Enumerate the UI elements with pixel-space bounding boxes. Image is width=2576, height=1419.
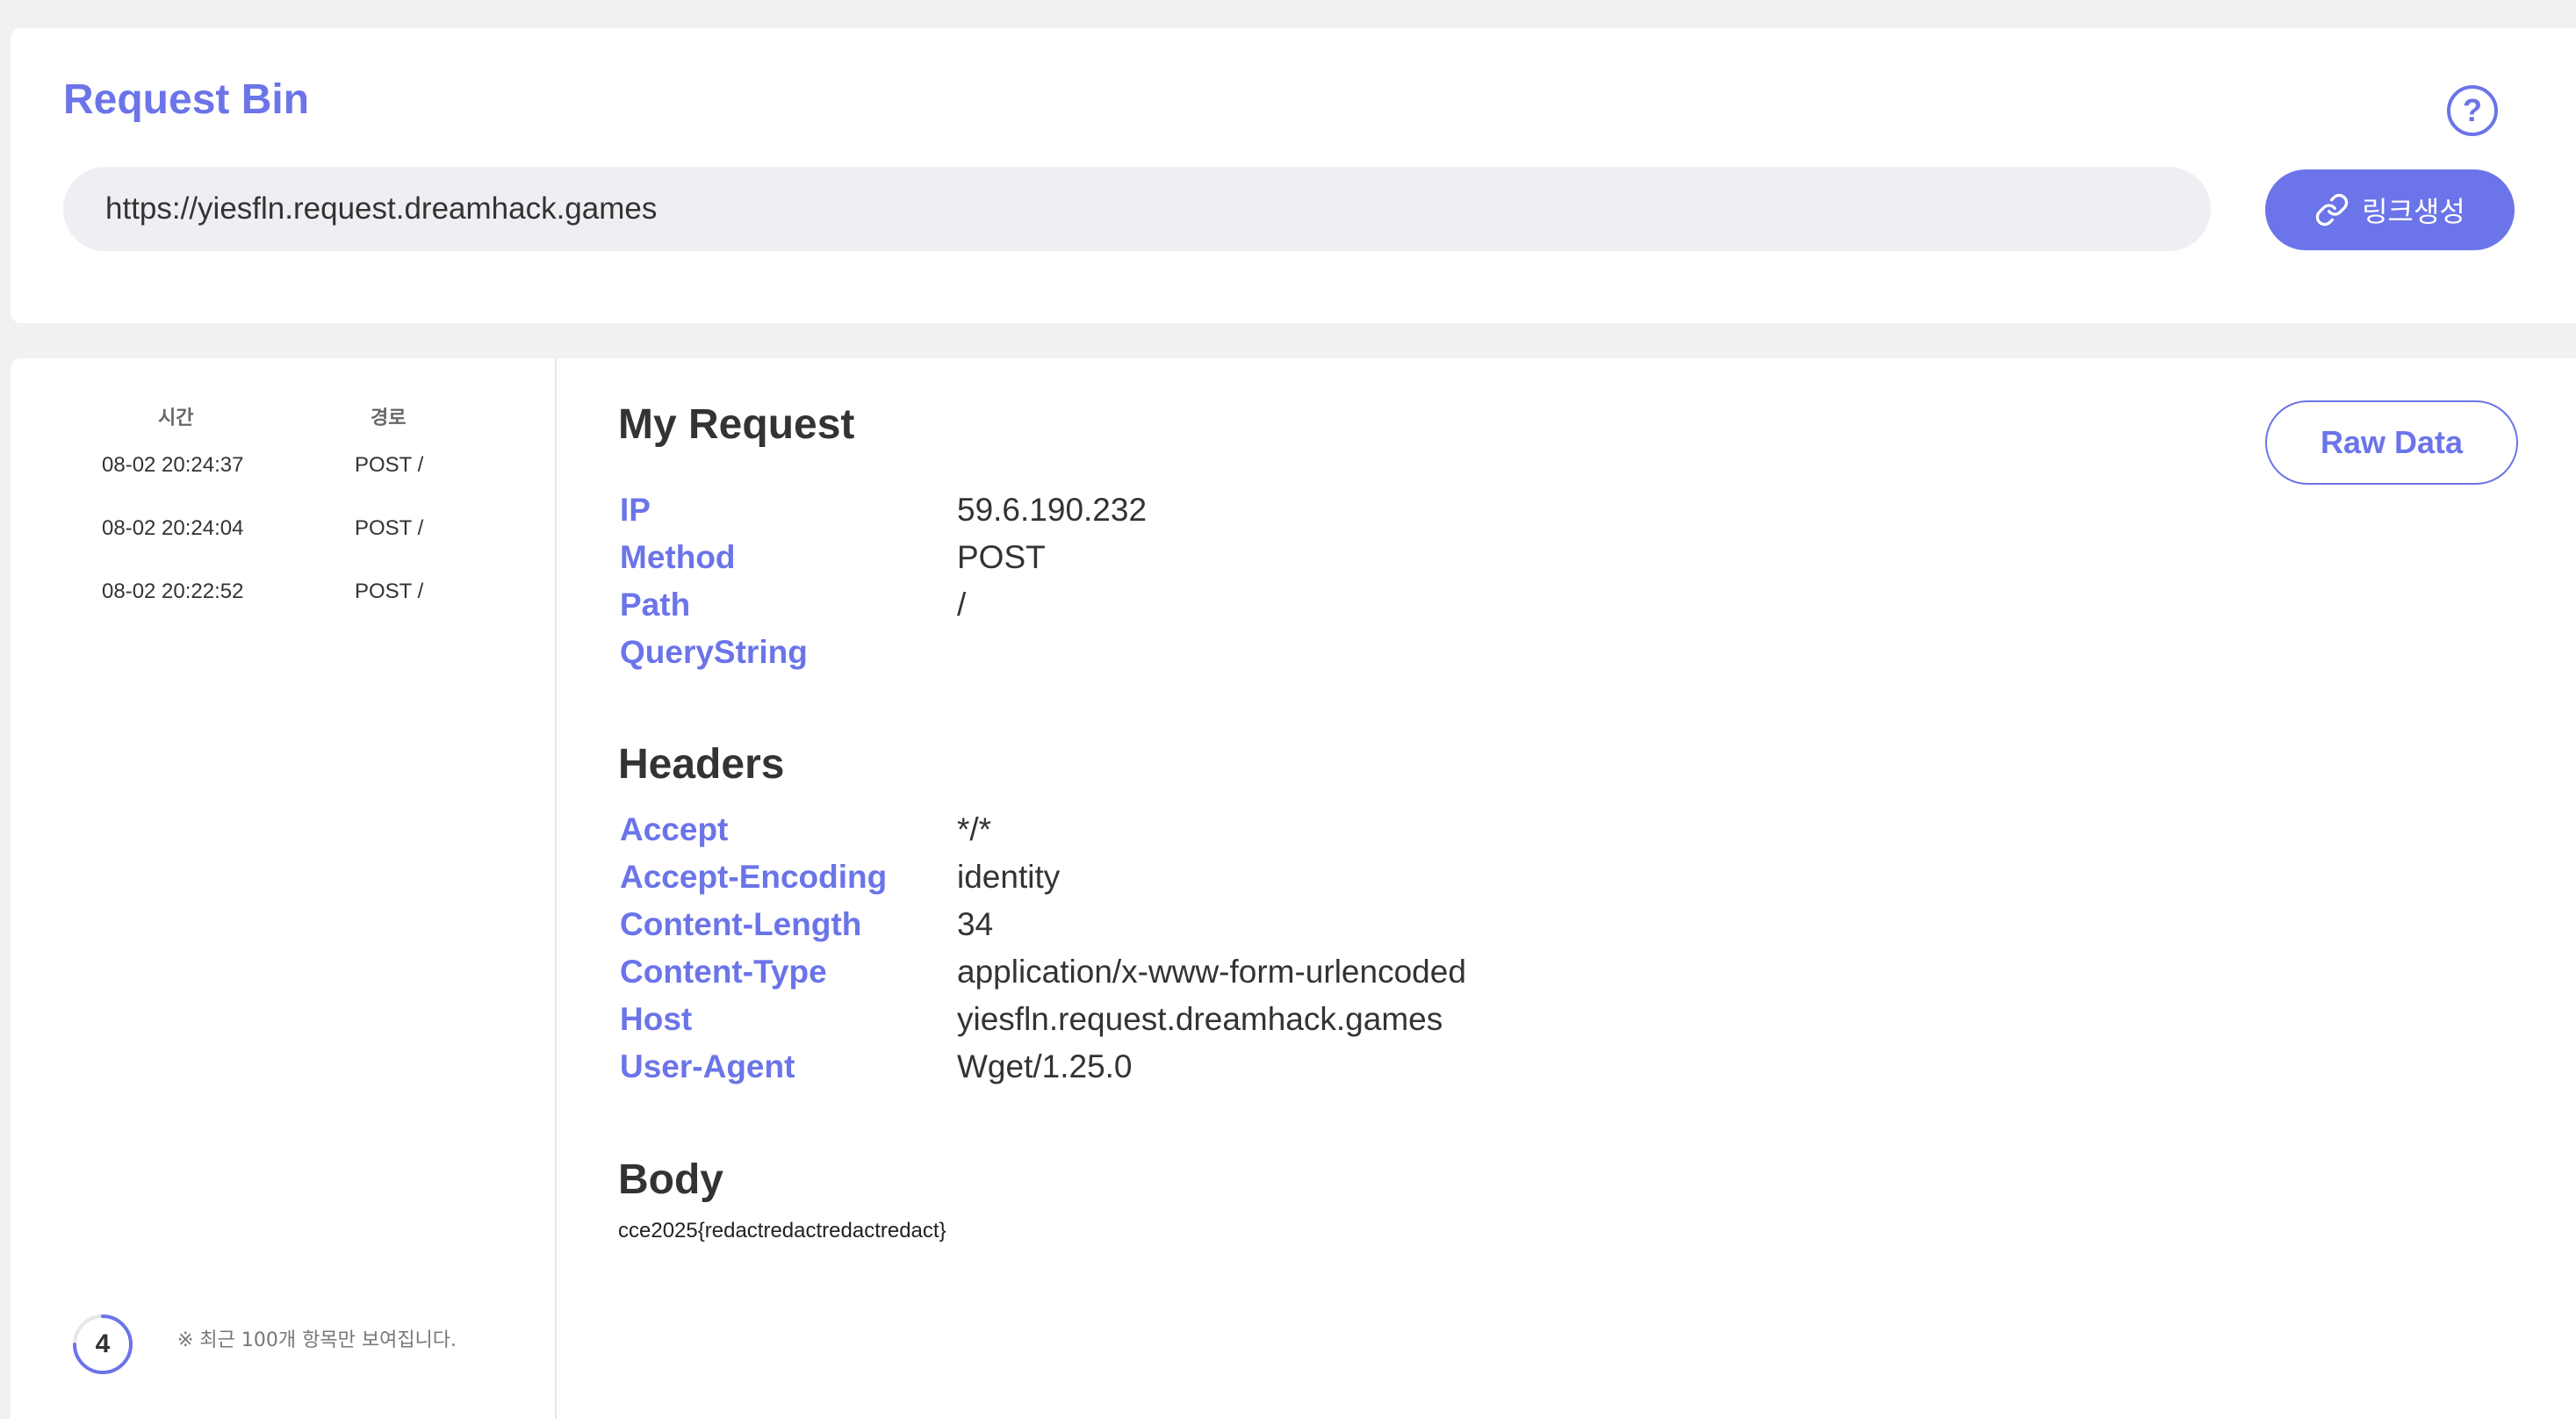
header-key: Accept — [620, 811, 729, 847]
header-key: User-Agent — [620, 1048, 795, 1084]
header-value: Wget/1.25.0 — [957, 1048, 1133, 1084]
request-path: POST / — [355, 453, 424, 477]
header-value: application/x-www-form-urlencoded — [957, 954, 1466, 990]
field-key: Method — [620, 539, 736, 575]
create-link-button[interactable]: 링크생성 — [2265, 169, 2515, 250]
field-key: IP — [620, 492, 651, 528]
request-time: 08-02 20:22:52 — [102, 580, 244, 603]
request-time: 08-02 20:24:37 — [102, 453, 244, 477]
header-key: Host — [620, 1001, 693, 1037]
list-limit-note: ※ 최근 100개 항목만 보여집니다. — [177, 1329, 457, 1351]
raw-data-button[interactable]: Raw Data — [2265, 400, 2518, 485]
request-path: POST / — [355, 516, 424, 540]
request-list-item[interactable]: 08-02 20:24:37 POST / — [11, 441, 555, 493]
link-icon — [2315, 193, 2349, 227]
field-value: 59.6.190.232 — [957, 492, 1148, 528]
help-button[interactable]: ? — [2447, 85, 2498, 136]
header-value: identity — [957, 859, 1061, 895]
headers-title: Headers — [618, 741, 785, 788]
create-link-label: 링크생성 — [2362, 195, 2465, 228]
request-path: POST / — [355, 580, 424, 603]
app-title: Request Bin — [63, 76, 310, 123]
field-key: Path — [620, 587, 691, 623]
header-value: 34 — [957, 906, 994, 942]
bin-url-input[interactable] — [63, 167, 2211, 251]
header-value: */* — [957, 811, 992, 847]
header-key: Content-Type — [620, 954, 827, 990]
column-header-path: 경로 — [371, 407, 407, 429]
column-header-time: 시간 — [158, 407, 194, 429]
request-list-item[interactable]: 08-02 20:24:04 POST / — [11, 504, 555, 557]
field-value: POST — [957, 539, 1046, 575]
request-time: 08-02 20:24:04 — [102, 516, 244, 540]
field-key: QueryString — [620, 634, 808, 670]
request-count: 4 — [95, 1329, 111, 1358]
header-key: Content-Length — [620, 906, 862, 942]
detail-title: My Request — [618, 401, 855, 448]
request-list-item[interactable]: 08-02 20:22:52 POST / — [11, 567, 555, 620]
request-body: cce2025{redactredactredactredact} — [618, 1219, 946, 1243]
field-value: / — [957, 587, 967, 623]
header-value: yiesfln.request.dreamhack.games — [957, 1001, 1443, 1037]
body-title: Body — [618, 1156, 723, 1203]
header-key: Accept-Encoding — [620, 859, 888, 895]
question-icon: ? — [2463, 92, 2482, 128]
